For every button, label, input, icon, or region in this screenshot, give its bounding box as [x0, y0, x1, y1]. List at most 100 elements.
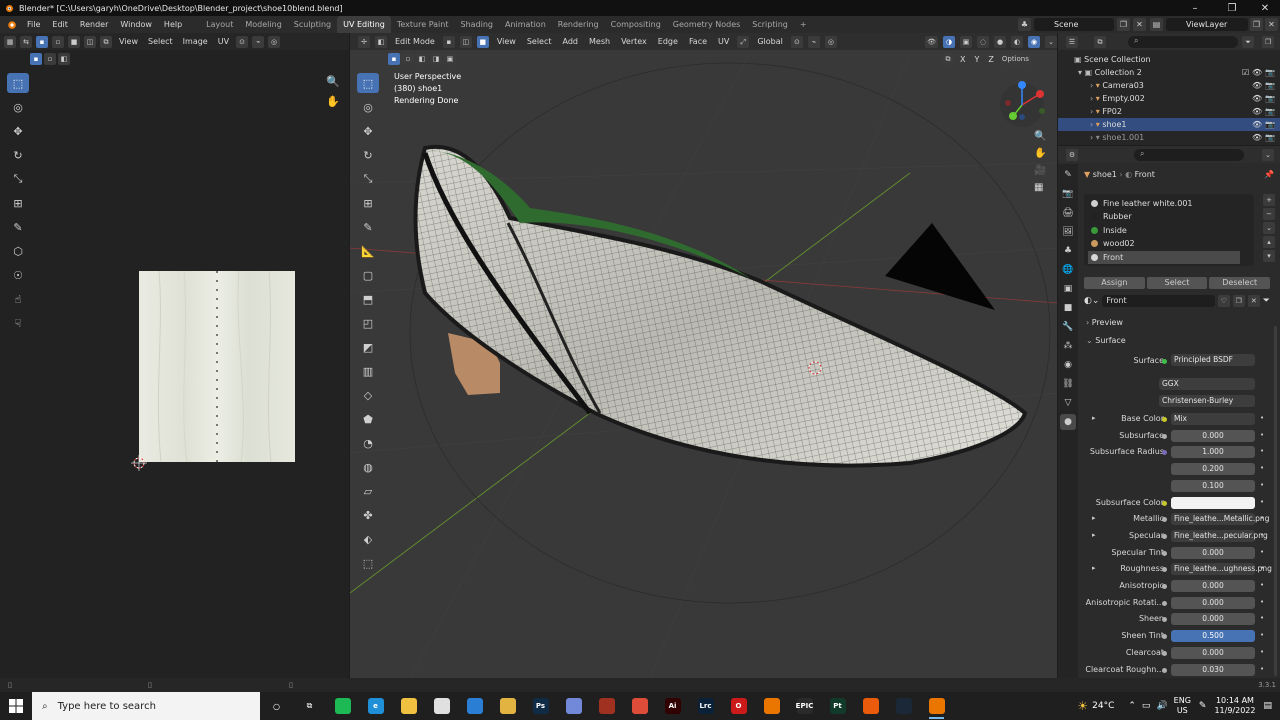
edge-slide-tool-icon[interactable]: ▱ [357, 481, 379, 501]
expand-link-icon[interactable]: ▸ [1092, 414, 1096, 422]
taskbar-app-spotify[interactable] [326, 692, 359, 720]
cursor-tool-icon[interactable]: ◎ [7, 97, 29, 117]
vp-move-tool-icon[interactable]: ✥ [357, 121, 379, 141]
render-camera-icon[interactable]: 📷 [1265, 79, 1275, 92]
keyframe-dot-icon[interactable]: • [1260, 464, 1264, 472]
property-value-field[interactable] [1171, 496, 1255, 509]
material-browse-icon[interactable]: ◐⌄ [1084, 296, 1099, 306]
tab-uv-editing[interactable]: UV Editing [337, 16, 391, 33]
socket-icon[interactable] [1162, 500, 1167, 506]
add-slot-icon[interactable]: + [1263, 194, 1275, 206]
expand-link-icon[interactable]: ▸ [1092, 531, 1096, 539]
taskbar-app-photoshop[interactable]: Ps [524, 692, 557, 720]
pin-icon[interactable]: 📌 [1264, 170, 1274, 179]
xray-icon[interactable]: ▣ [960, 35, 972, 48]
expand-link-icon[interactable]: ▸ [1092, 564, 1096, 572]
unlink-material-icon[interactable]: ✕ [1247, 294, 1260, 307]
tab-shading[interactable]: Shading [454, 16, 499, 33]
properties-scrollbar[interactable] [1274, 326, 1277, 676]
uv-mode-extend-icon[interactable]: ▫ [44, 53, 56, 65]
uv-menu-view[interactable]: View [116, 37, 141, 46]
keyframe-dot-icon[interactable]: • [1260, 447, 1264, 455]
view-layer-selector[interactable]: ViewLayer [1166, 18, 1248, 31]
clock[interactable]: 10:14 AM 11/9/2022 [1214, 696, 1255, 716]
expand-link-icon[interactable]: ▸ [1092, 514, 1096, 522]
taskbar-app-steam[interactable] [887, 692, 920, 720]
taskbar-search-input[interactable]: ⌕ Type here to search [32, 692, 260, 720]
overlays-icon[interactable]: ◑ [943, 35, 955, 48]
subsurface-method-dropdown[interactable]: Christensen-Burley [1159, 395, 1255, 407]
poly-build-tool-icon[interactable]: ⬟ [357, 409, 379, 429]
vp-menu-select[interactable]: Select [524, 37, 555, 46]
outliner-collection[interactable]: ▾ ▣ Collection 2 ☑ 👁 📷 [1058, 66, 1280, 79]
keyframe-dot-icon[interactable]: • [1260, 414, 1264, 422]
outliner-item[interactable]: › ▾ Camera03 👁 📷 [1058, 79, 1280, 92]
socket-icon[interactable] [1162, 584, 1167, 589]
tab-texture-paint[interactable]: Texture Paint [391, 16, 455, 33]
taskbar-app-files[interactable] [392, 692, 425, 720]
render-camera-icon[interactable]: 📷 [1265, 131, 1275, 144]
modifier-tab-icon[interactable]: 🔧 [1060, 319, 1076, 335]
add-cube-tool-icon[interactable]: ▢ [357, 265, 379, 285]
tray-expand-icon[interactable]: ⌃ [1128, 701, 1136, 711]
property-value-field[interactable]: Mix [1171, 413, 1255, 425]
filter-icon[interactable]: ⏷ [1242, 36, 1254, 48]
taskbar-app-discord[interactable] [557, 692, 590, 720]
loop-cut-tool-icon[interactable]: ▥ [357, 361, 379, 381]
tab-layout[interactable]: Layout [200, 16, 239, 33]
scale-tool-icon[interactable]: ⤡ [7, 169, 29, 189]
particles-tab-icon[interactable]: ⁂ [1060, 338, 1076, 354]
keyframe-dot-icon[interactable]: • [1260, 531, 1264, 539]
taskbar-app-mail[interactable] [458, 692, 491, 720]
tab-rendering[interactable]: Rendering [552, 16, 605, 33]
remove-slot-icon[interactable]: − [1263, 208, 1275, 220]
view-layer-icon[interactable]: ▤ [1150, 18, 1163, 31]
face-mode-icon[interactable]: ■ [476, 35, 489, 48]
volume-icon[interactable]: 🔊 [1156, 701, 1167, 711]
vp-select-invert-icon[interactable]: ◨ [430, 53, 442, 65]
grab-tool-icon[interactable]: ☉ [7, 265, 29, 285]
vp-measure-tool-icon[interactable]: 📐 [357, 241, 379, 261]
uv-menu-select[interactable]: Select [145, 37, 176, 46]
vp-menu-uv[interactable]: UV [715, 37, 732, 46]
keyframe-dot-icon[interactable]: • [1260, 581, 1264, 589]
taskbar-app-painter[interactable]: Pt [821, 692, 854, 720]
vp-menu-vertex[interactable]: Vertex [618, 37, 650, 46]
keyframe-dot-icon[interactable]: • [1260, 631, 1264, 639]
keyframe-dot-icon[interactable]: • [1260, 498, 1264, 506]
visibility-eye-icon[interactable]: 👁 [1252, 131, 1262, 144]
keyframe-dot-icon[interactable]: • [1260, 481, 1264, 489]
socket-icon[interactable] [1162, 550, 1167, 556]
socket-icon[interactable] [1162, 417, 1167, 422]
vp-select-subtract-icon[interactable]: ◧ [416, 53, 428, 65]
new-collection-icon[interactable]: ❐ [1262, 36, 1274, 48]
menu-help[interactable]: Help [158, 16, 188, 33]
pen-icon[interactable]: ✎ [1199, 701, 1207, 711]
mirror-icon[interactable]: ⧉ [942, 53, 954, 65]
property-value-field[interactable]: 0.200 [1171, 463, 1255, 476]
move-slot-down-icon[interactable]: ▾ [1263, 250, 1275, 262]
orientation-selector[interactable]: Global [754, 37, 786, 46]
property-value-field[interactable]: Fine_leathe...ughness.png [1171, 563, 1272, 576]
outliner-item[interactable]: › ▾ FP02 👁 📷 [1058, 105, 1280, 118]
mirror-z[interactable]: Z [985, 55, 996, 64]
material-filter-icon[interactable]: ⏷ [1263, 296, 1270, 306]
taskbar-app-game[interactable] [590, 692, 623, 720]
world-tab-icon[interactable]: 🌐 [1060, 262, 1076, 278]
visibility-eye-icon[interactable]: 👁 [1252, 79, 1262, 92]
render-camera-icon[interactable]: 📷 [1265, 92, 1275, 105]
socket-icon[interactable] [1162, 617, 1167, 623]
uv-sync-icon[interactable]: ⧉ [100, 35, 112, 48]
keyframe-dot-icon[interactable]: • [1260, 564, 1264, 572]
shear-tool-icon[interactable]: ⬖ [357, 529, 379, 549]
render-camera-icon[interactable]: 📷 [1265, 105, 1275, 118]
vp-rotate-tool-icon[interactable]: ↻ [357, 145, 379, 165]
visibility-eye-icon[interactable]: 👁 [1252, 105, 1262, 118]
property-value-field[interactable]: 0.000 [1171, 596, 1255, 609]
socket-icon[interactable] [1162, 667, 1167, 673]
property-value-field[interactable]: Fine_leathe...pecular.png [1171, 529, 1268, 542]
island-select-icon[interactable]: ◫ [84, 35, 96, 48]
pan-hand-icon[interactable]: ✋ [326, 95, 340, 108]
notifications-icon[interactable]: ▤ [1263, 701, 1272, 711]
knife-tool-icon[interactable]: ◇ [357, 385, 379, 405]
